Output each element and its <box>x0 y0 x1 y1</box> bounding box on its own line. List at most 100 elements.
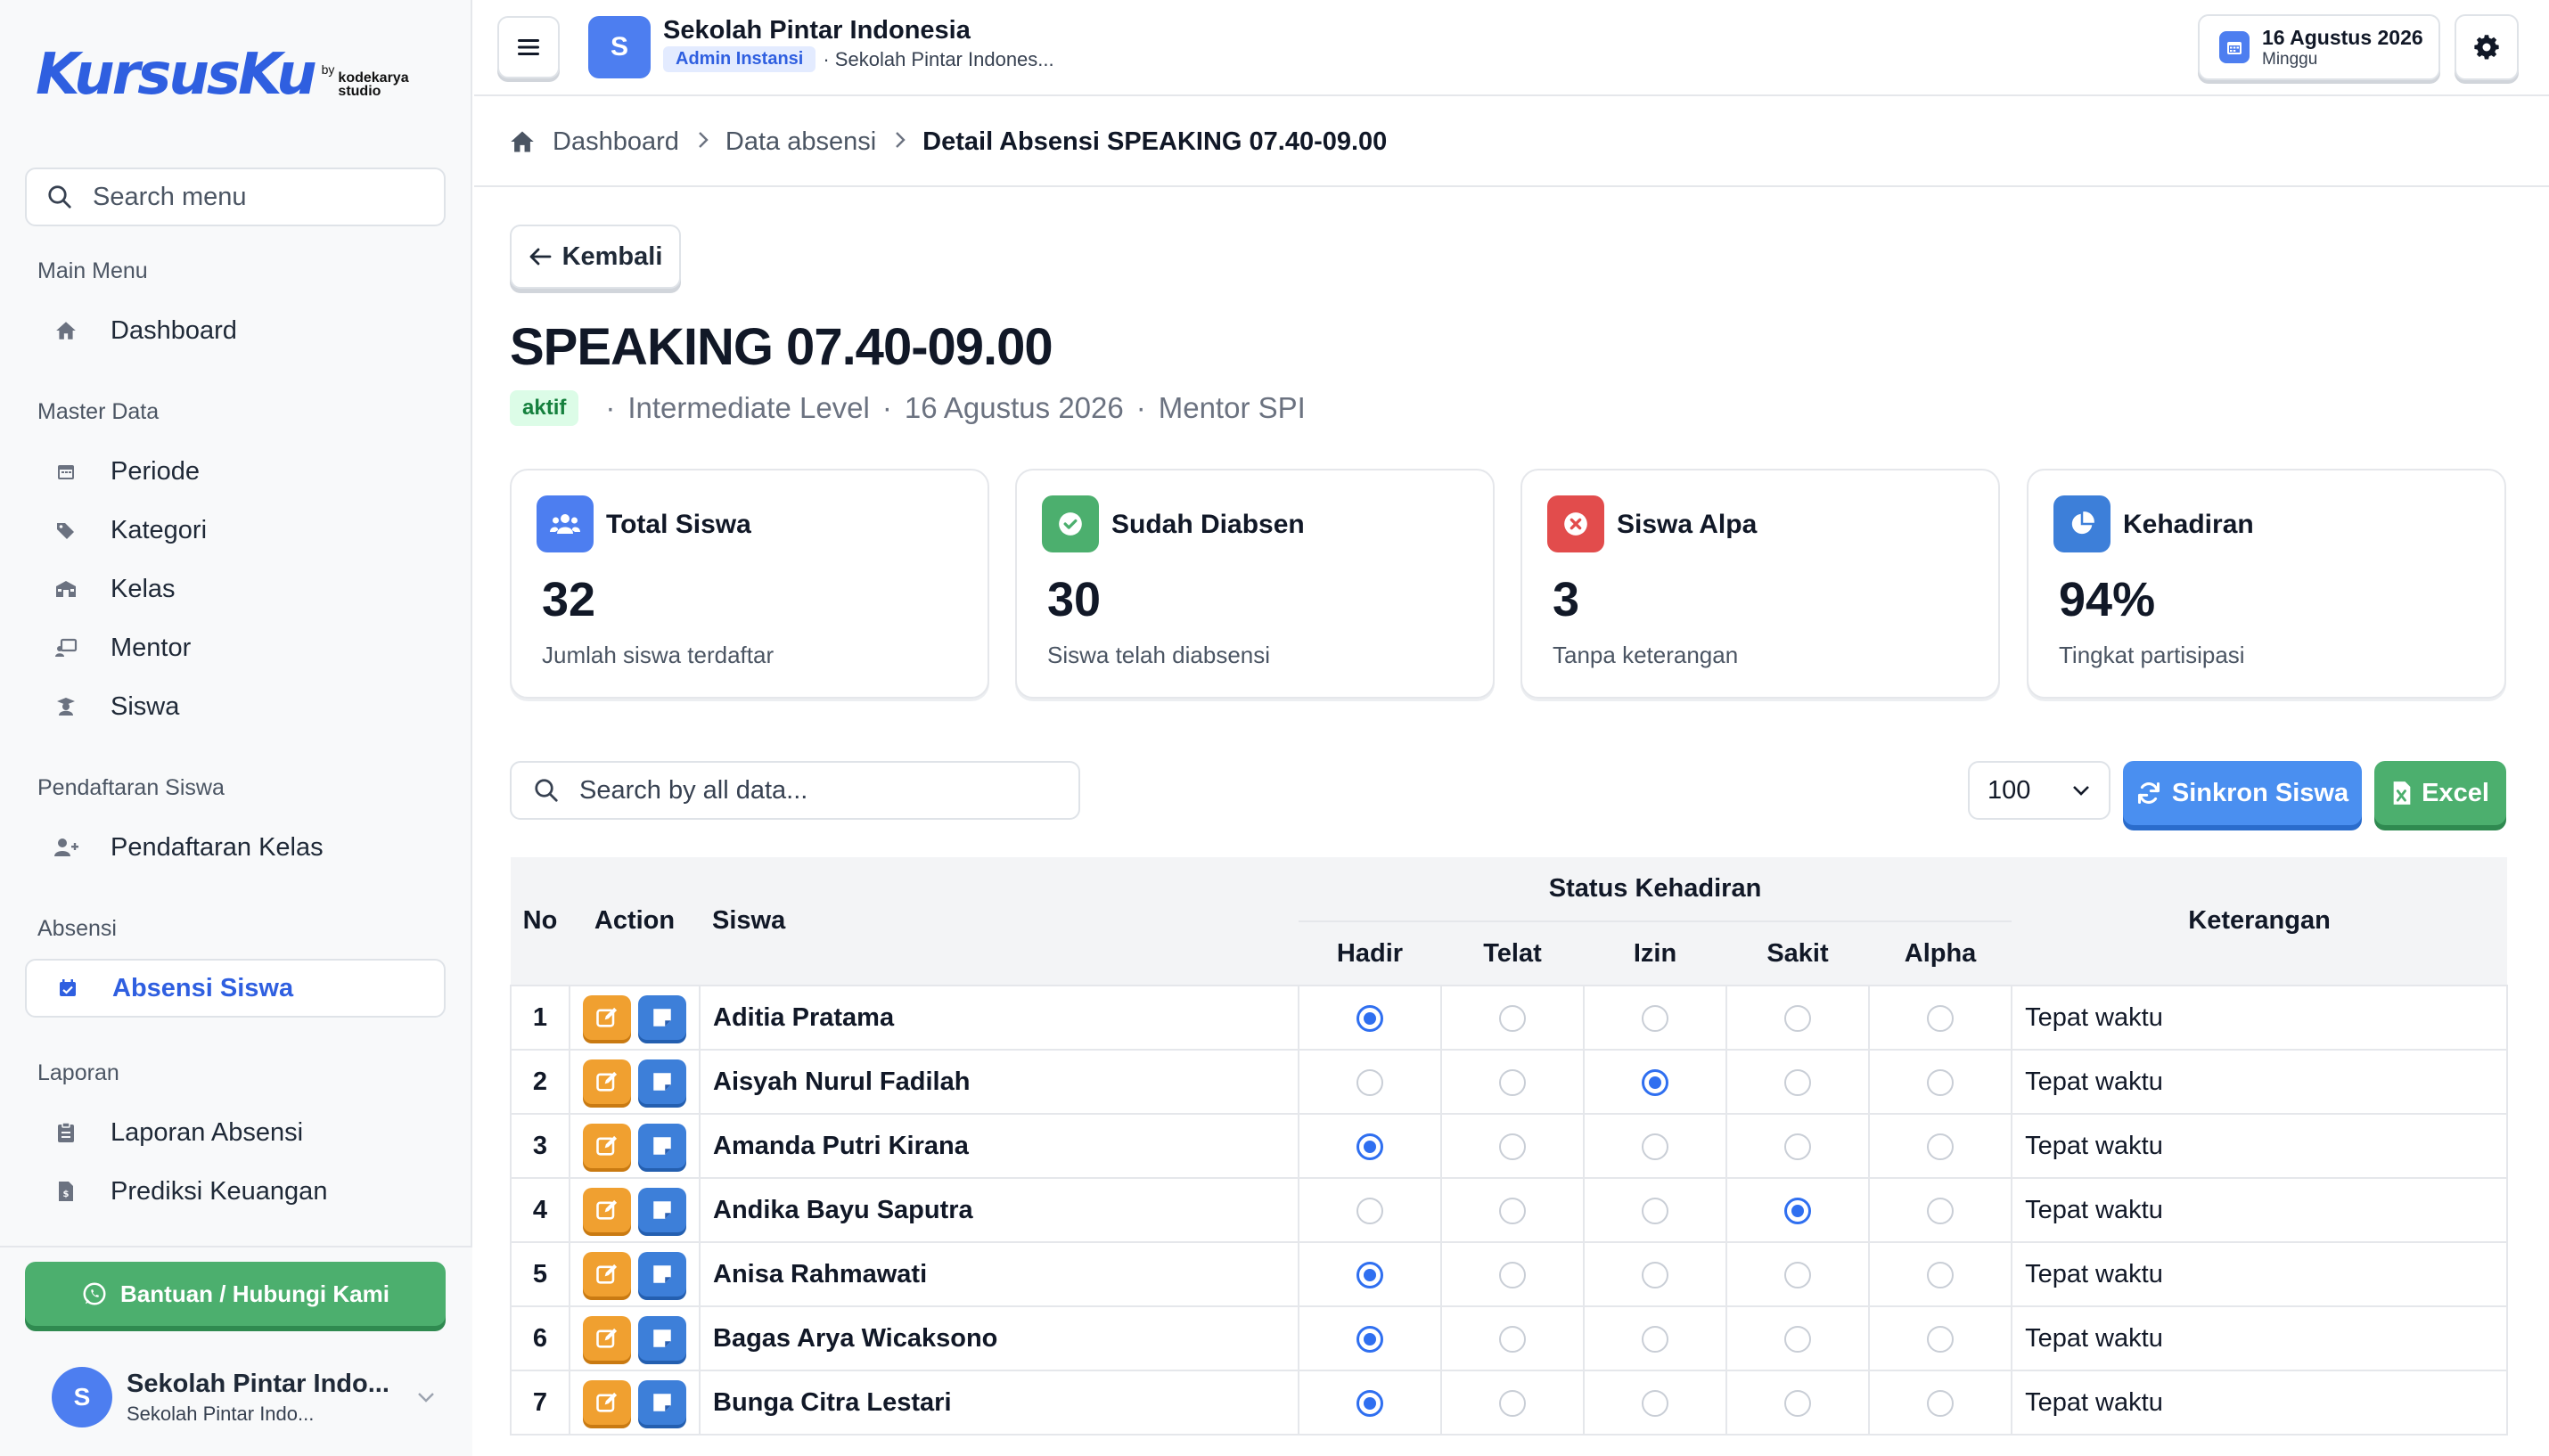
edit-button[interactable] <box>583 1059 631 1104</box>
menu-toggle-button[interactable] <box>497 16 560 78</box>
radio-alpha[interactable] <box>1927 1261 1955 1288</box>
sidebar-item-mentor[interactable]: Mentor <box>25 618 446 677</box>
radio-izin[interactable] <box>1642 1068 1668 1096</box>
note-button[interactable] <box>638 1316 686 1361</box>
sticky-note-icon <box>653 1073 671 1091</box>
radio-sakit[interactable] <box>1784 1004 1811 1032</box>
radio-izin[interactable] <box>1642 1004 1668 1032</box>
column-header-izin: Izin <box>1584 921 1726 986</box>
radio-telat[interactable] <box>1499 1004 1526 1032</box>
radio-sakit[interactable] <box>1784 1389 1811 1417</box>
radio-hadir[interactable] <box>1356 1068 1383 1096</box>
edit-button[interactable] <box>583 1252 631 1296</box>
radio-telat[interactable] <box>1499 1068 1526 1096</box>
calendar-check-icon <box>50 978 86 998</box>
search-menu-input[interactable]: Search menu <box>25 168 446 226</box>
sidebar-item-kelas[interactable]: Kelas <box>25 560 446 618</box>
radio-izin[interactable] <box>1642 1261 1668 1288</box>
sidebar-item-siswa[interactable]: Siswa <box>25 677 446 736</box>
row-actions <box>569 1370 701 1436</box>
sidebar-item-periode[interactable]: Periode <box>25 442 446 501</box>
chevron-down-icon <box>418 1393 434 1403</box>
status-cell-telat <box>1440 1241 1585 1307</box>
radio-izin[interactable] <box>1642 1133 1668 1160</box>
brand-logo[interactable]: KursusKu by kodekarya studio <box>36 46 418 103</box>
stat-card-total-siswa: Total Siswa 32 Jumlah siswa terdaftar <box>510 469 989 699</box>
note-button[interactable] <box>638 1380 686 1425</box>
sidebar-item-dashboard[interactable]: Dashboard <box>25 301 446 360</box>
radio-sakit[interactable] <box>1784 1261 1811 1288</box>
sticky-note-icon <box>653 1009 671 1027</box>
radio-sakit[interactable] <box>1784 1325 1811 1353</box>
settings-button[interactable] <box>2455 14 2519 80</box>
edit-icon <box>596 1007 618 1027</box>
radio-hadir[interactable] <box>1356 1133 1383 1160</box>
radio-hadir[interactable] <box>1356 1325 1383 1353</box>
breadcrumb-data-absensi-link[interactable]: Data absensi <box>725 127 876 157</box>
home-icon[interactable] <box>508 129 537 154</box>
radio-izin[interactable] <box>1642 1197 1668 1224</box>
table-row: 1 Aditia Pratama Tepat waktu <box>510 985 2509 1051</box>
radio-izin[interactable] <box>1642 1325 1668 1353</box>
chevron-down-icon <box>2073 786 2089 796</box>
edit-button[interactable] <box>583 995 631 1040</box>
table-row: 2 Aisyah Nurul Fadilah Tepat waktu <box>510 1049 2509 1115</box>
sidebar-item-label: Prediksi Keuangan <box>111 1176 328 1206</box>
note-button[interactable] <box>638 995 686 1040</box>
radio-alpha[interactable] <box>1927 1325 1955 1353</box>
radio-telat[interactable] <box>1499 1133 1526 1160</box>
sidebar-item-prediksi-keuangan[interactable]: $ Prediksi Keuangan <box>25 1162 446 1221</box>
note-button[interactable] <box>638 1059 686 1104</box>
stat-label: Total Siswa <box>606 510 751 539</box>
radio-sakit[interactable] <box>1784 1068 1811 1096</box>
meta-separator: · <box>1135 391 1146 424</box>
radio-alpha[interactable] <box>1927 1389 1955 1417</box>
note-button[interactable] <box>638 1188 686 1232</box>
sidebar-footer: Bantuan / Hubungi Kami S Sekolah Pintar … <box>0 1246 472 1456</box>
sidebar-item-label: Dashboard <box>111 315 237 345</box>
row-actions <box>569 1305 701 1371</box>
radio-hadir[interactable] <box>1356 1261 1383 1288</box>
edit-button[interactable] <box>583 1316 631 1361</box>
radio-alpha[interactable] <box>1927 1004 1955 1032</box>
sync-students-button[interactable]: Sinkron Siswa <box>2123 761 2362 825</box>
radio-izin[interactable] <box>1642 1389 1668 1417</box>
status-cell-hadir <box>1298 985 1442 1051</box>
status-cell-hadir <box>1298 1113 1442 1179</box>
note-button[interactable] <box>638 1124 686 1168</box>
sidebar-item-pendaftaran-kelas[interactable]: Pendaftaran Kelas <box>25 818 446 877</box>
user-account-switcher[interactable]: S Sekolah Pintar Indo... Sekolah Pintar … <box>25 1354 446 1440</box>
row-number: 3 <box>510 1113 570 1179</box>
export-excel-button[interactable]: Excel <box>2374 761 2506 825</box>
edit-icon <box>596 1392 618 1412</box>
edit-button[interactable] <box>583 1188 631 1232</box>
sidebar-item-kategori[interactable]: Kategori <box>25 501 446 560</box>
radio-hadir[interactable] <box>1356 1004 1383 1032</box>
table-search-input[interactable]: Search by all data... <box>510 761 1080 820</box>
edit-button[interactable] <box>583 1124 631 1168</box>
radio-hadir[interactable] <box>1356 1197 1383 1224</box>
radio-alpha[interactable] <box>1927 1133 1955 1160</box>
radio-sakit[interactable] <box>1784 1133 1811 1160</box>
per-page-select[interactable]: 100 <box>1968 761 2111 820</box>
breadcrumb-dashboard-link[interactable]: Dashboard <box>553 127 679 157</box>
radio-hadir[interactable] <box>1356 1389 1383 1417</box>
back-button[interactable]: Kembali <box>510 225 681 289</box>
radio-sakit[interactable] <box>1784 1197 1811 1224</box>
status-cell-izin <box>1583 1370 1727 1436</box>
edit-button[interactable] <box>583 1380 631 1425</box>
radio-telat[interactable] <box>1499 1261 1526 1288</box>
radio-alpha[interactable] <box>1927 1197 1955 1224</box>
column-header-telat: Telat <box>1441 921 1584 986</box>
radio-alpha[interactable] <box>1927 1068 1955 1096</box>
sidebar-item-laporan-absensi[interactable]: Laporan Absensi <box>25 1103 446 1162</box>
radio-telat[interactable] <box>1499 1197 1526 1224</box>
current-date-display[interactable]: 16 Agustus 2026 Minggu <box>2198 14 2440 80</box>
radio-telat[interactable] <box>1499 1389 1526 1417</box>
help-contact-button[interactable]: Bantuan / Hubungi Kami <box>25 1262 446 1326</box>
sidebar-item-absensi-siswa[interactable]: Absensi Siswa <box>25 959 446 1018</box>
org-meta: Admin Instansi · Sekolah Pintar Indones.… <box>663 46 1054 72</box>
note-button[interactable] <box>638 1252 686 1296</box>
radio-telat[interactable] <box>1499 1325 1526 1353</box>
keterangan-text: Tepat waktu <box>2011 1113 2509 1179</box>
